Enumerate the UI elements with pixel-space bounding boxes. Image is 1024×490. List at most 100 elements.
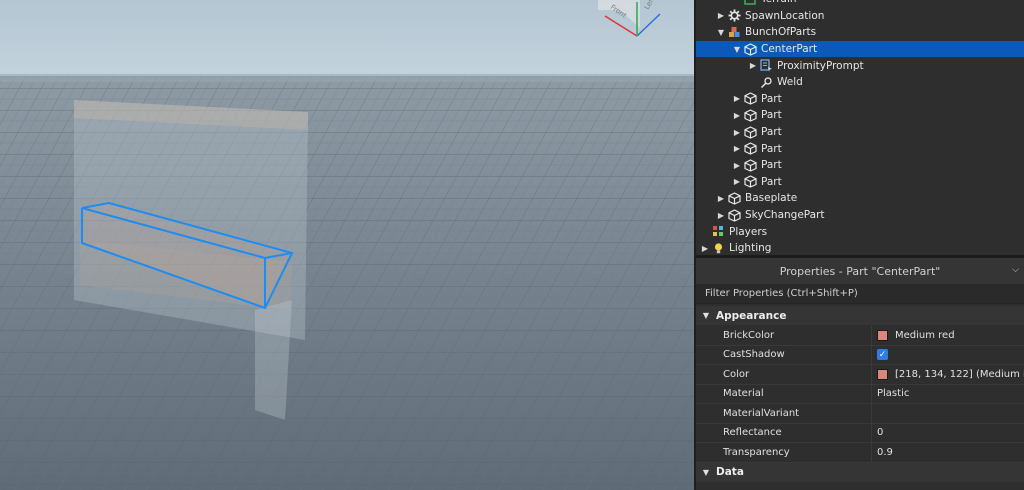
property-value-text: Plastic [877, 388, 910, 400]
explorer-item[interactable]: ▶ Part [696, 124, 1024, 141]
collapse-arrow-icon[interactable]: ▶ [716, 211, 726, 220]
part-icon [742, 158, 758, 172]
right-panel: Terrain▶SpawnLocation▼BunchOfParts▼Cente… [694, 0, 1024, 490]
explorer-item-label: Lighting [729, 242, 772, 255]
explorer-item-label: SkyChangePart [745, 209, 825, 222]
property-value-text: 0.9 [877, 446, 893, 458]
explorer-item-label: Part [761, 142, 782, 155]
property-name: Reflectance [696, 423, 872, 442]
explorer-item[interactable]: ▼ BunchOfParts [696, 24, 1024, 41]
property-value-text: 0 [877, 427, 884, 439]
part-icon [742, 108, 758, 122]
explorer-item[interactable]: Terrain [696, 0, 1024, 8]
property-value[interactable]: ✓ [872, 346, 1024, 365]
property-row[interactable]: BrickColor Medium red [696, 326, 1024, 346]
horizon-band [0, 74, 694, 82]
properties-header: Properties - Part "CenterPart" ⌵ [696, 258, 1024, 285]
property-name: Transparency [696, 443, 872, 462]
collapse-arrow-icon[interactable]: ▶ [732, 128, 742, 137]
filter-placeholder: Filter Properties (Ctrl+Shift+P) [705, 288, 858, 299]
color-swatch[interactable] [877, 368, 888, 380]
explorer-tree: Terrain▶SpawnLocation▼BunchOfParts▼Cente… [696, 0, 1024, 255]
property-name: BrickColor [696, 326, 872, 345]
collapse-arrow-icon[interactable]: ▶ [716, 194, 726, 203]
property-section[interactable]: ▼ Appearance [696, 306, 1024, 325]
explorer-item[interactable]: Weld [696, 74, 1024, 91]
sky [0, 0, 694, 78]
explorer-item-label: Players [729, 225, 768, 238]
property-value[interactable] [872, 404, 1024, 423]
viewport-scene: Front Left [0, 0, 694, 490]
property-value[interactable]: 0 [872, 424, 1024, 443]
explorer-item[interactable]: ▶ Part [696, 107, 1024, 124]
properties-panel: Properties - Part "CenterPart" ⌵ Filter … [696, 258, 1024, 490]
property-row[interactable]: Transparency 0.9 [696, 443, 1024, 463]
collapse-arrow-icon[interactable]: ▶ [732, 94, 742, 103]
collapse-arrow-icon[interactable]: ▶ [732, 111, 742, 120]
explorer-item[interactable]: ▶ Part [696, 157, 1024, 174]
property-section-label: Appearance [716, 309, 787, 322]
chevron-down-icon[interactable]: ⌵ [1012, 265, 1019, 275]
explorer-item-label: Part [761, 126, 782, 139]
property-name: CastShadow [696, 345, 872, 364]
lighting-icon [710, 241, 726, 255]
explorer-item-label: Terrain [761, 0, 797, 6]
explorer-item-label: Part [761, 159, 782, 172]
checkbox-icon[interactable]: ✓ [877, 349, 888, 361]
expand-arrow-icon[interactable]: ▼ [716, 28, 726, 37]
proximity-prompt-icon [758, 59, 774, 73]
3d-viewport[interactable]: Front Left [0, 0, 694, 490]
explorer-item[interactable]: ▶ Part [696, 91, 1024, 108]
part-icon [726, 208, 742, 222]
property-name: Material [696, 384, 872, 403]
property-value[interactable]: Medium red [872, 326, 1024, 345]
part-icon [726, 191, 742, 205]
property-value[interactable]: 0.9 [872, 443, 1024, 462]
color-swatch[interactable] [877, 329, 888, 341]
property-value-text: [218, 134, 122] (Medium red) [895, 368, 1024, 380]
property-value[interactable]: Plastic [872, 385, 1024, 404]
expand-arrow-icon[interactable]: ▼ [732, 45, 742, 54]
explorer-item[interactable]: ▶ Part [696, 174, 1024, 191]
model-icon [726, 25, 742, 39]
explorer-item-label: Baseplate [745, 192, 798, 205]
property-row[interactable]: Color [218, 134, 122] (Medium red) [696, 365, 1024, 385]
property-value[interactable]: [218, 134, 122] (Medium red) [872, 365, 1024, 384]
part-icon [742, 42, 758, 56]
property-row[interactable]: MaterialVariant [696, 404, 1024, 424]
collapse-arrow-icon[interactable]: ▶ [700, 244, 710, 253]
part-icon [742, 125, 758, 139]
explorer-item-label: SpawnLocation [745, 9, 825, 22]
chevron-down-icon[interactable]: ▼ [696, 468, 716, 477]
explorer-item-label: Part [761, 175, 782, 188]
explorer-item[interactable]: ▶ SpawnLocation [696, 8, 1024, 25]
property-name: Color [696, 365, 872, 384]
collapse-arrow-icon[interactable]: ▶ [732, 144, 742, 153]
property-section[interactable]: ▼ Data [696, 462, 1024, 482]
property-row[interactable]: Material Plastic [696, 384, 1024, 404]
collapse-arrow-icon[interactable]: ▶ [748, 61, 758, 70]
explorer-item-label: ProximityPrompt [777, 59, 864, 72]
explorer-item[interactable]: ▼ CenterPart [696, 40, 1024, 58]
property-row[interactable]: Reflectance 0 [696, 423, 1024, 443]
part-icon [742, 142, 758, 156]
explorer-item[interactable]: ▶ ProximityPrompt [696, 57, 1024, 74]
gear-icon [726, 9, 742, 23]
filter-properties-input[interactable]: Filter Properties (Ctrl+Shift+P) [696, 284, 1024, 304]
explorer-item[interactable]: ▶ Lighting [696, 240, 1024, 255]
explorer-item[interactable]: ▶ SkyChangePart [696, 207, 1024, 224]
explorer-item-label: BunchOfParts [745, 26, 817, 39]
collapse-arrow-icon[interactable]: ▶ [732, 177, 742, 186]
property-row[interactable]: CastShadow ✓ [696, 345, 1024, 365]
explorer-item[interactable]: ▶ Baseplate [696, 190, 1024, 207]
collapse-arrow-icon[interactable]: ▶ [716, 11, 726, 20]
explorer-item[interactable]: Players [696, 223, 1024, 240]
players-icon [710, 225, 726, 239]
collapse-arrow-icon[interactable]: ▶ [732, 161, 742, 170]
properties-title: Properties - Part "CenterPart" [779, 264, 941, 278]
chevron-down-icon[interactable]: ▼ [696, 311, 716, 320]
weld-icon [758, 75, 774, 89]
explorer-item[interactable]: ▶ Part [696, 140, 1024, 157]
explorer-item-label: Weld [777, 76, 803, 89]
property-value-text: Medium red [895, 329, 955, 341]
